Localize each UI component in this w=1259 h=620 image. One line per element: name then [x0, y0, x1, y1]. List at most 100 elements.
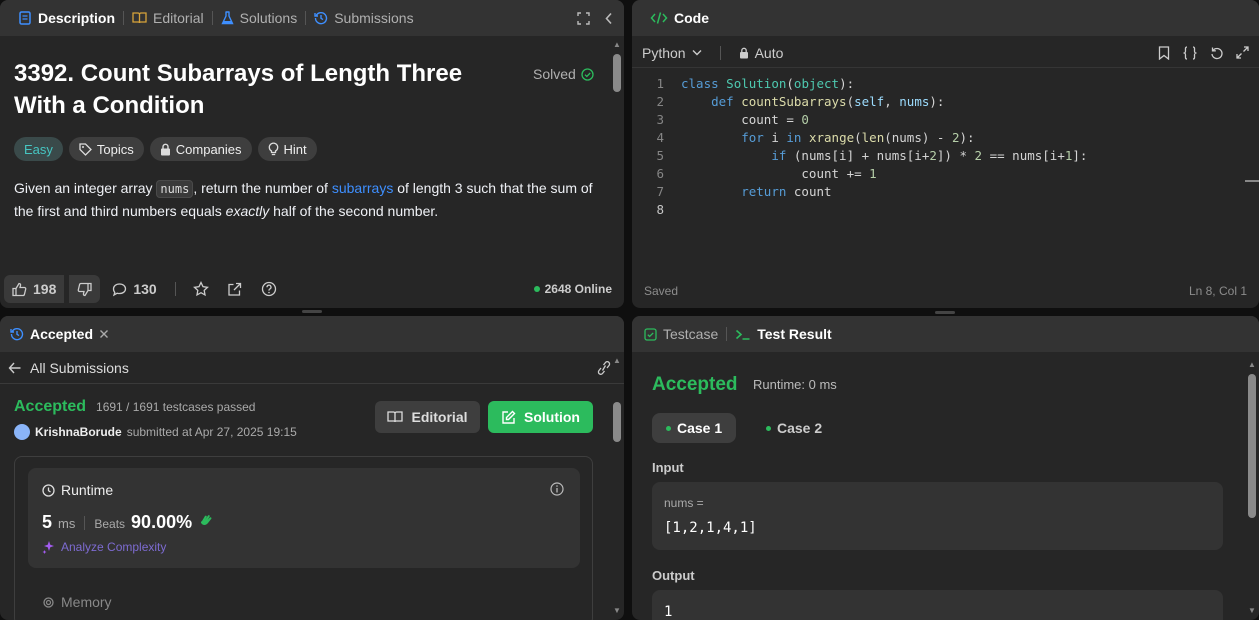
tab-accepted[interactable]: Accepted: [10, 326, 117, 342]
line-number: 6: [656, 166, 664, 181]
difficulty-label: Easy: [24, 141, 53, 157]
scrollbar-thumb[interactable]: [613, 54, 621, 92]
topics-chip[interactable]: Topics: [68, 137, 144, 161]
submission-time: submitted at Apr 27, 2025 19:15: [126, 425, 297, 439]
editorial-button[interactable]: Editorial: [375, 401, 480, 433]
history-icon: [314, 11, 328, 25]
companies-chip[interactable]: Companies: [149, 137, 252, 161]
memory-heading[interactable]: Memory: [42, 594, 112, 610]
cursor-position: Ln 8, Col 1: [1188, 284, 1247, 298]
save-status: Saved: [644, 284, 679, 298]
desc-emphasis: exactly: [225, 203, 270, 219]
tab-solutions[interactable]: Solutions: [213, 10, 306, 26]
editorial-button-label: Editorial: [411, 409, 468, 425]
case-tab-2[interactable]: Case 2: [752, 413, 836, 443]
link-icon[interactable]: [596, 360, 612, 375]
problem-tags: Easy Topics Companies Hint: [14, 137, 317, 161]
test-scrollbar[interactable]: ▲ ▼: [1247, 356, 1257, 620]
lock-icon: [739, 47, 749, 59]
format-braces-icon[interactable]: [1182, 45, 1198, 60]
runtime-divider: [84, 515, 86, 530]
help-button[interactable]: [254, 275, 284, 303]
scrollbar-thumb[interactable]: [1248, 374, 1256, 518]
bookmark-icon[interactable]: [1158, 45, 1170, 60]
expand-icon[interactable]: [1236, 46, 1249, 60]
thumbs-up-icon: [12, 282, 27, 297]
code-editor[interactable]: 1 class Solution(object): 2 def countSuba…: [632, 76, 1259, 220]
username[interactable]: KrishnaBorude: [35, 425, 122, 439]
code-line: 6 count += 1: [632, 166, 1259, 184]
description-scrollbar[interactable]: ▲: [612, 40, 622, 268]
scroll-down-arrow[interactable]: ▼: [613, 606, 621, 615]
scroll-up-arrow[interactable]: ▲: [613, 356, 621, 365]
resize-handle[interactable]: [935, 311, 955, 314]
problem-title: 3392. Count Subarrays of Length Three Wi…: [14, 60, 463, 119]
tab-submissions[interactable]: Submissions: [306, 10, 421, 26]
line-number: 2: [656, 94, 664, 109]
editor-scroll-marker: [1245, 180, 1259, 182]
maximize-icon[interactable]: [577, 11, 590, 25]
case-pass-dot: [766, 425, 771, 431]
comment-count: 130: [133, 281, 157, 297]
submission-status: Accepted 1691 / 1691 testcases passed: [14, 398, 255, 416]
tab-editorial[interactable]: Editorial: [124, 10, 212, 26]
like-button[interactable]: 198: [4, 275, 65, 303]
submission-scrollbar[interactable]: ▲ ▼: [612, 356, 622, 620]
arrow-left-icon[interactable]: [8, 362, 22, 374]
subarrays-link[interactable]: subarrays: [332, 180, 393, 196]
dislike-button[interactable]: [69, 275, 101, 303]
runtime-label: Runtime: [61, 482, 114, 498]
auto-mode-toggle[interactable]: Auto: [739, 45, 783, 61]
line-number: 3: [656, 112, 664, 127]
code-text: if (nums[i] + nums[i+2]) * 2 == nums[i+1…: [771, 148, 1088, 163]
input-variable-name: nums =: [664, 496, 704, 510]
companies-label: Companies: [175, 141, 242, 157]
tab-code[interactable]: Code: [642, 10, 717, 26]
hint-label: Hint: [283, 141, 307, 157]
lock-icon: [160, 143, 171, 156]
tab-testcase[interactable]: Testcase: [642, 326, 726, 342]
output-box: 1: [652, 590, 1223, 620]
runtime-value: 5: [42, 512, 53, 532]
history-icon: [10, 327, 24, 341]
all-submissions-link[interactable]: All Submissions: [30, 360, 129, 376]
runtime-card[interactable]: Runtime 5 ms Beats 90.00% Analyze Comple…: [28, 468, 580, 568]
submission-nav-bar: All Submissions: [0, 352, 624, 384]
scroll-down-arrow[interactable]: ▼: [1248, 606, 1256, 615]
scroll-up-arrow[interactable]: ▲: [1248, 360, 1256, 369]
code-panel: Code Python Auto 1 class Solution(object)…: [632, 0, 1259, 308]
code-text: count = 0: [681, 112, 809, 127]
tab-test-result[interactable]: Test Result: [727, 326, 839, 342]
hint-chip[interactable]: Hint: [257, 137, 317, 161]
test-result-status: Accepted: [652, 374, 738, 395]
scroll-up-arrow[interactable]: ▲: [613, 40, 621, 49]
desc-text-4: half of the second number.: [269, 203, 439, 219]
output-label: Output: [652, 568, 695, 583]
favorite-button[interactable]: [186, 275, 216, 303]
online-dot: [533, 286, 540, 292]
tab-description[interactable]: Description: [10, 10, 123, 26]
solution-button[interactable]: Solution: [488, 401, 593, 433]
reset-icon[interactable]: [1210, 46, 1224, 60]
language-select[interactable]: Python: [642, 45, 702, 61]
toolbar-divider: [719, 45, 721, 60]
scrollbar-thumb[interactable]: [613, 402, 621, 442]
code-line: 2 def countSubarrays(self, nums):: [632, 94, 1259, 112]
chevron-left-icon[interactable]: [604, 12, 614, 25]
resize-handle[interactable]: [302, 310, 322, 313]
tab-editorial-label: Editorial: [153, 10, 204, 26]
difficulty-badge: Easy: [14, 137, 63, 161]
analyze-complexity-link[interactable]: Analyze Complexity: [42, 540, 166, 554]
thumbs-down-icon: [77, 282, 93, 297]
code-tab-label: Code: [674, 10, 709, 26]
share-button[interactable]: [220, 275, 250, 303]
code-line: 1 class Solution(object):: [632, 76, 1259, 94]
language-label: Python: [642, 44, 686, 61]
info-icon[interactable]: [550, 482, 564, 496]
avatar[interactable]: [14, 424, 30, 440]
code-text: count += 1: [681, 166, 877, 181]
comment-icon: [112, 282, 127, 297]
case-tab-1[interactable]: Case 1: [652, 413, 737, 443]
close-icon[interactable]: [99, 329, 109, 339]
comments-button[interactable]: 130: [104, 275, 164, 303]
